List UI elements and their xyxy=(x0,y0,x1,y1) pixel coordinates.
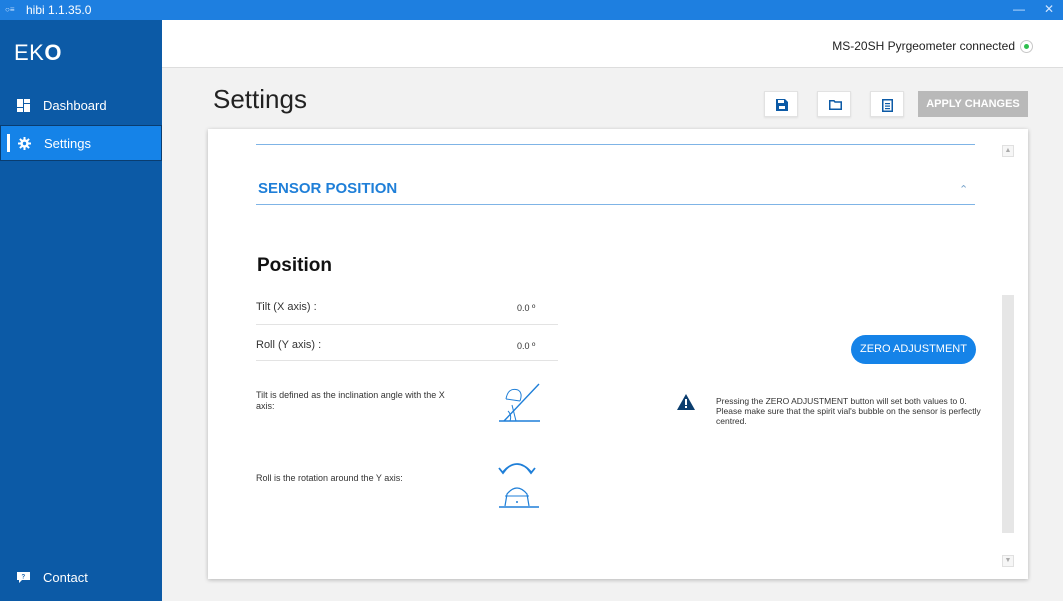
settings-card: SENSOR POSITION ⌃ Position Tilt (X axis)… xyxy=(208,129,1028,579)
svg-text:?: ? xyxy=(22,575,26,581)
divider xyxy=(256,360,558,361)
roll-value: 0.0 º xyxy=(517,341,536,351)
minimize-button[interactable]: — xyxy=(1013,2,1025,16)
tilt-label: Tilt (X axis) : xyxy=(256,301,317,313)
connection-status-text: MS-20SH Pyrgeometer connected xyxy=(832,39,1015,53)
zero-adjustment-warning: Pressing the ZERO ADJUSTMENT button will… xyxy=(716,396,981,426)
save-button[interactable] xyxy=(764,91,798,117)
roll-label: Roll (Y axis) : xyxy=(256,339,322,351)
folder-icon xyxy=(829,100,842,110)
sidebar-item-settings[interactable]: Settings xyxy=(0,125,162,161)
section-title[interactable]: SENSOR POSITION xyxy=(258,180,397,197)
divider xyxy=(256,144,975,145)
save-icon xyxy=(776,99,788,111)
window-title: hibi 1.1.35.0 xyxy=(26,3,92,17)
apply-changes-button[interactable]: APPLY CHANGES xyxy=(918,91,1028,117)
roll-diagram-icon xyxy=(498,463,539,508)
roll-description: Roll is the rotation around the Y axis: xyxy=(256,473,403,483)
document-icon xyxy=(882,99,893,112)
eko-logo: EKO xyxy=(14,40,62,65)
scroll-down-button[interactable]: ▼ xyxy=(1002,555,1014,567)
connection-status-indicator xyxy=(1020,40,1033,53)
chat-icon: ? xyxy=(17,571,30,584)
sidebar-item-label: Settings xyxy=(44,136,91,151)
tilt-description: Tilt is defined as the inclination angle… xyxy=(256,390,445,411)
scroll-up-button[interactable]: ▲ xyxy=(1002,145,1014,157)
divider xyxy=(256,204,975,205)
sidebar-item-label: Contact xyxy=(43,570,88,585)
active-indicator xyxy=(7,134,10,152)
sidebar-item-dashboard[interactable]: Dashboard xyxy=(0,88,162,124)
top-header: MS-20SH Pyrgeometer connected xyxy=(162,20,1063,68)
open-folder-button[interactable] xyxy=(817,91,851,117)
scrollbar-thumb[interactable] xyxy=(1002,295,1014,533)
window-titlebar: ○≡ hibi 1.1.35.0 — ✕ xyxy=(0,0,1063,20)
tilt-diagram-icon xyxy=(499,383,540,422)
gear-icon xyxy=(18,137,31,150)
document-button[interactable] xyxy=(870,91,904,117)
position-heading: Position xyxy=(257,255,332,276)
zero-adjustment-button[interactable]: ZERO ADJUSTMENT xyxy=(851,335,976,364)
sidebar: EKO Dashboard Settings ? Contact xyxy=(0,20,162,601)
sidebar-item-contact[interactable]: ? Contact xyxy=(0,560,162,596)
app-icon: ○≡ xyxy=(5,5,15,14)
close-button[interactable]: ✕ xyxy=(1044,2,1054,16)
sidebar-item-label: Dashboard xyxy=(43,98,107,113)
divider xyxy=(256,324,558,325)
page-title: Settings xyxy=(213,84,307,114)
dashboard-icon xyxy=(17,99,30,112)
warning-icon xyxy=(677,394,695,410)
chevron-up-icon[interactable]: ⌃ xyxy=(959,183,968,196)
tilt-value: 0.0 º xyxy=(517,303,536,313)
